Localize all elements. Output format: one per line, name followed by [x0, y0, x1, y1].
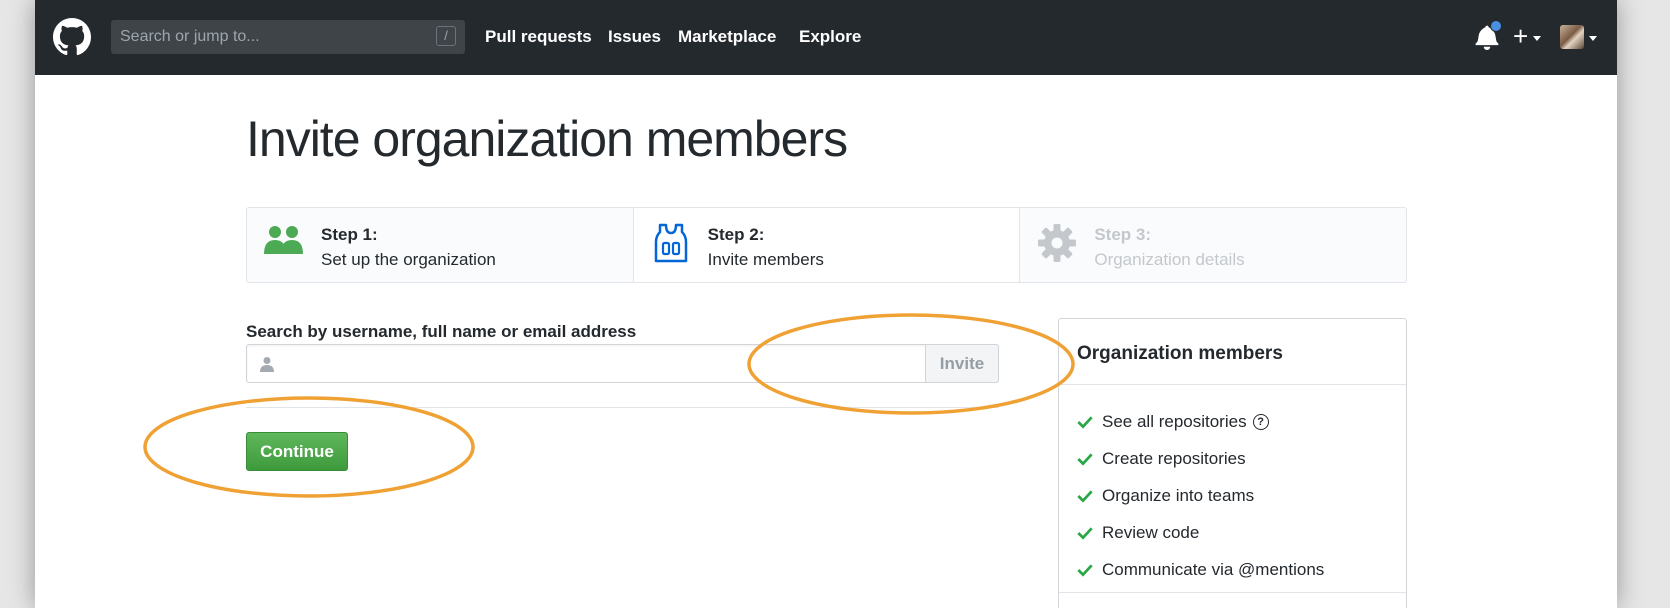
step-3-desc: Organization details: [1094, 250, 1245, 269]
nav-issues[interactable]: Issues: [608, 27, 661, 47]
permission-item: Organize into teams: [1077, 485, 1254, 507]
step-3-title: Step 3:: [1094, 225, 1152, 244]
permission-label: Organize into teams: [1102, 486, 1255, 505]
chevron-down-icon[interactable]: [1589, 36, 1597, 41]
search-shortcut-key: /: [436, 26, 456, 46]
browser-window: Search or jump to... / Pull requests Iss…: [35, 0, 1617, 608]
permission-label: Communicate via @mentions: [1102, 560, 1325, 579]
step-1-title: Step 1:: [321, 225, 378, 244]
panel-divider: [1059, 384, 1406, 385]
member-search-field: Invite: [246, 344, 999, 383]
step-2-title: Step 2:: [707, 225, 765, 244]
step-3: Step 3: Organization details: [1019, 208, 1406, 282]
unread-indicator: [1490, 20, 1502, 32]
search-placeholder: Search or jump to...: [120, 28, 260, 45]
organization-members-panel: Organization members See all repositorie…: [1058, 318, 1407, 608]
form-divider: [246, 407, 999, 408]
step-2: Step 2: Invite members: [632, 208, 1020, 282]
github-logo-icon[interactable]: [53, 18, 91, 56]
permission-item: Review code: [1077, 522, 1199, 544]
step-1-desc: Set up the organization: [321, 250, 496, 269]
panel-title: Organization members: [1077, 343, 1283, 364]
check-icon: [1077, 527, 1093, 540]
chevron-down-icon[interactable]: [1533, 36, 1541, 41]
global-header: Search or jump to... / Pull requests Iss…: [35, 0, 1617, 75]
check-icon: [1077, 490, 1093, 503]
nav-marketplace[interactable]: Marketplace: [678, 27, 776, 47]
people-icon: [264, 226, 303, 254]
jersey-icon: [654, 223, 687, 263]
nav-pull-requests[interactable]: Pull requests: [485, 27, 592, 47]
help-icon[interactable]: ?: [1252, 414, 1269, 430]
person-icon: [260, 357, 274, 372]
check-icon: [1077, 453, 1093, 466]
permission-item: Communicate via @mentions: [1077, 559, 1324, 581]
step-2-desc: Invite members: [707, 250, 824, 269]
permission-item: See all repositories ?: [1077, 411, 1269, 433]
continue-button[interactable]: Continue: [246, 432, 348, 471]
member-search-label: Search by username, full name or email a…: [246, 322, 637, 341]
check-icon: [1077, 564, 1093, 577]
permission-label: Review code: [1102, 523, 1200, 542]
nav-explore[interactable]: Explore: [799, 27, 861, 47]
member-search-input[interactable]: [287, 349, 881, 379]
page-title: Invite organization members: [246, 111, 848, 167]
gear-icon: [1038, 224, 1077, 262]
check-icon: [1077, 416, 1093, 429]
create-new-icon[interactable]: +: [1513, 22, 1528, 50]
invite-button[interactable]: Invite: [925, 344, 999, 383]
permission-item: Create repositories: [1077, 448, 1246, 470]
setup-steps: Step 1: Set up the organization Step 2: …: [246, 207, 1407, 283]
user-avatar[interactable]: [1560, 25, 1584, 49]
panel-divider: [1059, 592, 1406, 593]
step-1: Step 1: Set up the organization: [247, 208, 633, 282]
permission-label: Create repositories: [1102, 449, 1246, 468]
global-search[interactable]: Search or jump to... /: [111, 20, 465, 54]
permission-label: See all repositories: [1102, 412, 1247, 431]
